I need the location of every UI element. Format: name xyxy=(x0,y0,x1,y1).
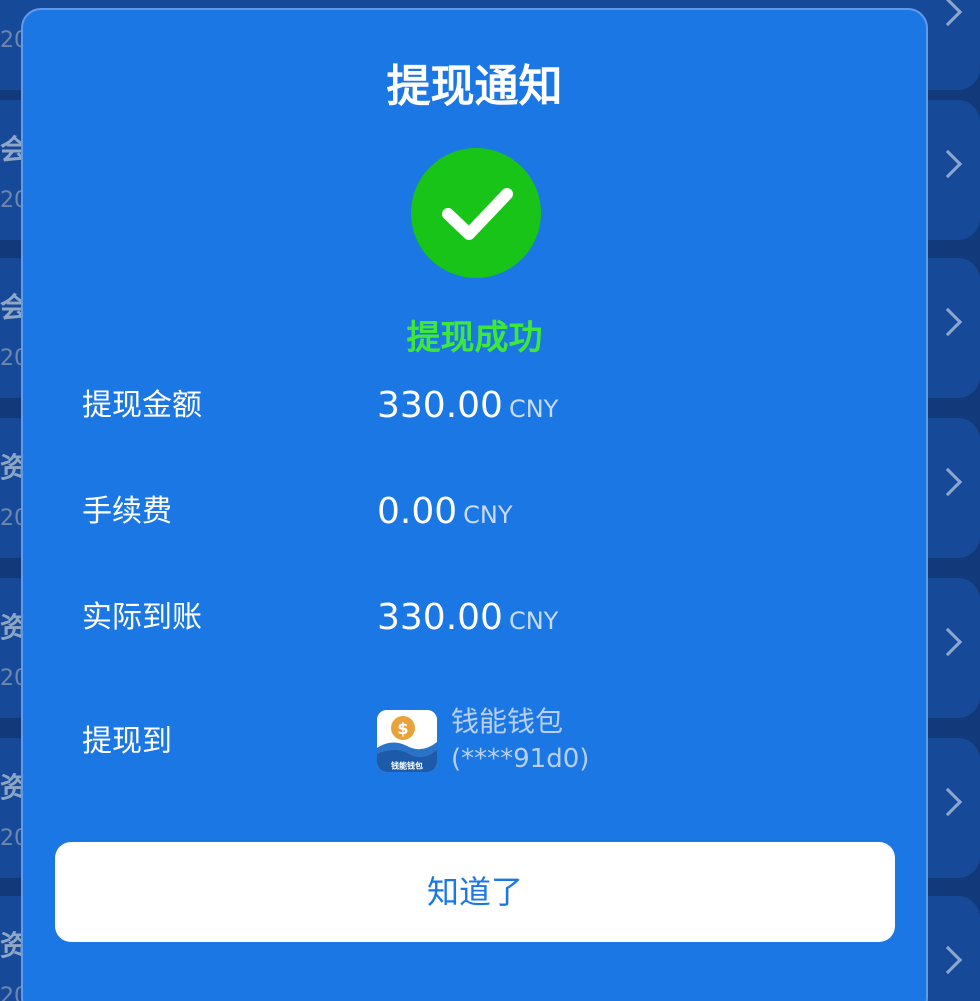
amount-value: 0.00 xyxy=(377,491,458,532)
chevron-right-icon xyxy=(933,787,963,817)
fee-value: 0.00 CNY xyxy=(377,482,513,548)
currency-unit: CNY xyxy=(508,395,559,423)
amount-value: 330.00 xyxy=(377,597,503,638)
chevron-right-icon xyxy=(933,0,963,27)
wallet-logo-text: 钱能钱包 xyxy=(391,761,423,771)
dialog-title: 提现通知 xyxy=(386,61,563,112)
checkmark-circle-icon xyxy=(411,148,541,278)
received-amount-value: 330.00 CNY xyxy=(377,588,558,654)
withdraw-amount-row: 提现金额 330.00 CNY xyxy=(23,376,930,436)
wallet-logo-icon: $ 钱能钱包 xyxy=(377,710,437,772)
wallet-account-number: (****91d0) xyxy=(451,744,590,774)
withdraw-amount-value: 330.00 CNY xyxy=(377,376,558,442)
got-it-button[interactable]: 知道了 xyxy=(55,842,895,942)
received-amount-row: 实际到账 330.00 CNY xyxy=(23,588,930,648)
chevron-right-icon xyxy=(933,307,963,337)
chevron-right-icon xyxy=(933,467,963,497)
fee-row: 手续费 0.00 CNY xyxy=(23,482,930,542)
chevron-right-icon xyxy=(933,627,963,657)
received-amount-label: 实际到账 xyxy=(82,600,202,635)
amount-value: 330.00 xyxy=(377,385,503,426)
chevron-right-icon xyxy=(933,149,963,179)
fee-label: 手续费 xyxy=(82,494,172,529)
currency-unit: CNY xyxy=(463,501,513,529)
chevron-right-icon xyxy=(933,945,963,975)
destination-label: 提现到 xyxy=(82,724,172,759)
withdrawal-notice-dialog: 提现通知 提现成功 提现金额 330.00 CNY 手续费 0.00 CNY 实际到… xyxy=(21,8,928,1001)
status-text: 提现成功 xyxy=(406,318,543,358)
withdraw-amount-label: 提现金额 xyxy=(82,388,202,423)
svg-text:$: $ xyxy=(397,719,408,738)
currency-unit: CNY xyxy=(508,607,559,635)
wallet-name: 钱能钱包 xyxy=(451,705,564,738)
